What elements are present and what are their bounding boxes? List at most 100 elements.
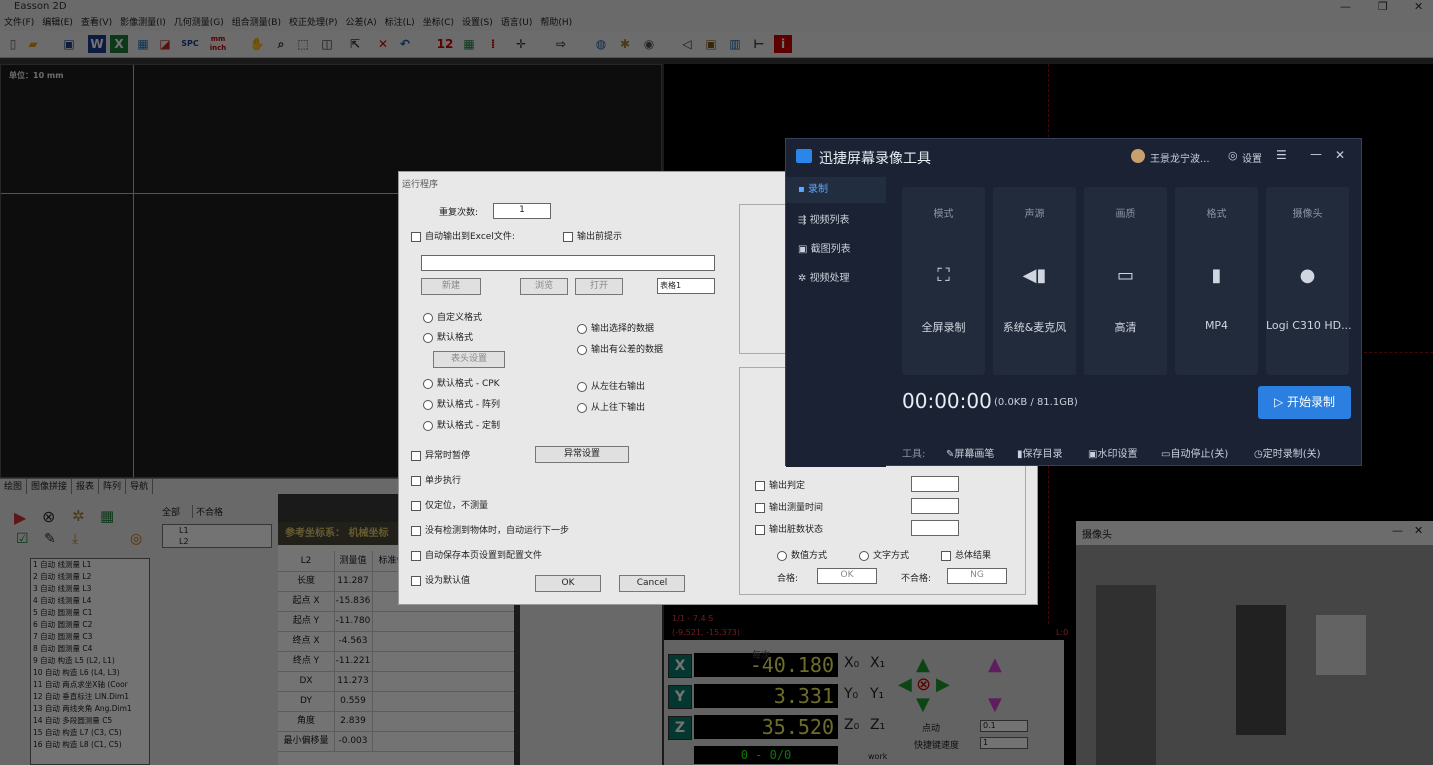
new-button[interactable]: 新建 bbox=[421, 278, 481, 295]
excel-icon[interactable]: X bbox=[110, 35, 128, 53]
user-name[interactable]: 王景龙宁波... bbox=[1150, 150, 1210, 165]
x-set-button[interactable]: X₁ bbox=[870, 655, 885, 671]
save-icon[interactable]: ▣ bbox=[60, 35, 78, 53]
z-down-icon[interactable]: ▼ bbox=[988, 694, 1002, 715]
list-item[interactable]: 9 自动 构造 L5 (L2, L1) bbox=[31, 655, 149, 667]
info-icon[interactable]: i bbox=[774, 35, 792, 53]
menu-help[interactable]: 帮助(H) bbox=[540, 16, 572, 31]
spc-icon[interactable]: SPC bbox=[178, 35, 202, 53]
undo-icon[interactable]: ↶ bbox=[396, 35, 414, 53]
text-mode-radio[interactable]: 文字方式 bbox=[859, 548, 909, 561]
unit-toggle-icon[interactable]: mm inch bbox=[207, 35, 229, 53]
cancel-button[interactable]: Cancel bbox=[619, 575, 685, 592]
list-item[interactable]: 12 自动 垂直标注 LIN.Dim1 bbox=[31, 691, 149, 703]
out-time-checkbox[interactable]: 输出测量时间 bbox=[755, 500, 823, 513]
x-zero-button[interactable]: X₀ bbox=[844, 655, 859, 671]
zoom-window-icon[interactable]: ⬚ bbox=[294, 35, 312, 53]
run-icon[interactable]: ▶ bbox=[14, 508, 26, 527]
tool-timed[interactable]: ◷定时录制(关) bbox=[1254, 445, 1321, 460]
arrow-up-icon[interactable]: ▲ bbox=[916, 654, 930, 675]
delete-icon[interactable]: ✕ bbox=[374, 35, 392, 53]
tool-watermark[interactable]: ▣水印设置 bbox=[1088, 445, 1137, 460]
filter-all[interactable]: 全部 bbox=[162, 505, 180, 518]
export-icon[interactable]: ⇨ bbox=[552, 35, 570, 53]
arrow-right-icon[interactable]: ▶ bbox=[936, 674, 950, 695]
tab-draw[interactable]: 绘图 bbox=[0, 479, 28, 495]
crosshair-icon[interactable]: ✛ bbox=[512, 35, 530, 53]
fmt-custom2-radio[interactable]: 默认格式 - 定制 bbox=[423, 418, 500, 431]
list-item[interactable]: 4 自动 线测量 L4 bbox=[31, 595, 149, 607]
close-button[interactable]: ✕ bbox=[1414, 0, 1423, 13]
jog-select[interactable]: 0.1 bbox=[980, 720, 1028, 732]
tools-icon[interactable]: ✲ bbox=[72, 507, 85, 525]
menu-label[interactable]: 标注(L) bbox=[385, 16, 415, 31]
nav-video-list[interactable]: ⇶ 视频列表 bbox=[798, 211, 850, 226]
database-icon[interactable]: ◉ bbox=[640, 35, 658, 53]
pdf-icon[interactable]: ◪ bbox=[156, 35, 174, 53]
step-icon[interactable]: ⊢ bbox=[750, 35, 768, 53]
target-icon[interactable]: ◎ bbox=[130, 531, 142, 547]
minimize-button[interactable]: — bbox=[1340, 0, 1351, 13]
list-item[interactable]: 2 自动 线测量 L2 bbox=[31, 571, 149, 583]
x-axis-button[interactable]: X bbox=[668, 654, 692, 678]
only-pos-checkbox[interactable]: 仅定位，不测量 bbox=[411, 498, 488, 511]
nav-record[interactable]: ▪ 录制 bbox=[786, 177, 886, 203]
stop-jog-icon[interactable]: ⊗ bbox=[916, 674, 931, 695]
value-mode-radio[interactable]: 数值方式 bbox=[777, 548, 827, 561]
y-zero-button[interactable]: Y₀ bbox=[844, 686, 858, 702]
list-item[interactable]: 13 自动 两线夹角 Ang.Dim1 bbox=[31, 703, 149, 715]
start-record-button[interactable]: ▷ 开始录制 bbox=[1258, 386, 1351, 419]
repeat-input[interactable]: 1 bbox=[493, 203, 551, 219]
menu-settings[interactable]: 设置(S) bbox=[462, 16, 493, 31]
list-item[interactable]: 3 自动 线测量 L3 bbox=[31, 583, 149, 595]
fmt-default-radio[interactable]: 默认格式 bbox=[423, 330, 473, 343]
list-item[interactable]: 5 自动 圆测量 C1 bbox=[31, 607, 149, 619]
card-icon[interactable]: ▭ bbox=[1084, 265, 1167, 286]
ok-button[interactable]: OK bbox=[535, 575, 601, 592]
card-icon[interactable]: ▮ bbox=[1175, 265, 1258, 286]
z-up-icon[interactable]: ▲ bbox=[988, 654, 1002, 675]
element-item[interactable]: L1 bbox=[179, 525, 271, 536]
card-icon[interactable]: ● bbox=[1266, 265, 1349, 286]
recorder-card[interactable]: 画质 ▭ 高清 bbox=[1084, 187, 1167, 375]
y-axis-button[interactable]: Y bbox=[668, 685, 692, 709]
list-item[interactable]: 11 自动 两点求坐X轴 (Coor bbox=[31, 679, 149, 691]
rec-minimize-icon[interactable]: — bbox=[1310, 147, 1322, 161]
fmt-cpk-radio[interactable]: 默认格式 - CPK bbox=[423, 376, 500, 389]
dot-grid-icon[interactable]: ⁞ bbox=[484, 35, 502, 53]
open-folder-icon[interactable]: ▰ bbox=[24, 35, 42, 53]
image-icon[interactable]: ▣ bbox=[702, 35, 720, 53]
menu-coord[interactable]: 坐标(C) bbox=[423, 16, 454, 31]
arrow-left-icon[interactable]: ◁ bbox=[678, 35, 696, 53]
menu-tolerance[interactable]: 公差(A) bbox=[345, 16, 376, 31]
recorder-card[interactable]: 模式 ⛶ 全屏录制 bbox=[902, 187, 985, 375]
recorder-card[interactable]: 声源 ◀▮ 系统&麦克风 bbox=[993, 187, 1076, 375]
sheet-select[interactable]: 表格1 bbox=[657, 278, 715, 294]
grid-icon[interactable]: ▦ bbox=[460, 35, 478, 53]
z-zero-button[interactable]: Z₀ bbox=[844, 717, 859, 733]
select-icon[interactable]: ⇱ bbox=[346, 35, 364, 53]
download-icon[interactable]: ⤓ bbox=[72, 531, 78, 547]
list-item[interactable]: 16 自动 构造 L8 (C1, C5) bbox=[31, 739, 149, 751]
card-icon[interactable]: ◀▮ bbox=[993, 265, 1076, 286]
list-item[interactable]: 6 自动 圆测量 C2 bbox=[31, 619, 149, 631]
menu-geometry[interactable]: 几何测量(G) bbox=[174, 16, 224, 31]
tab-array[interactable]: 阵列 bbox=[99, 479, 127, 495]
list-item[interactable]: 10 自动 构造 L6 (L4, L3) bbox=[31, 667, 149, 679]
z-set-button[interactable]: Z₁ bbox=[870, 717, 885, 733]
stop-icon[interactable]: ⊗ bbox=[42, 507, 55, 526]
out-time-input[interactable] bbox=[911, 498, 959, 514]
layout-icon[interactable]: ▦ bbox=[100, 507, 114, 525]
card-icon[interactable]: ⛶ bbox=[902, 265, 985, 286]
nav-shot-list[interactable]: ▣ 截图列表 bbox=[798, 240, 851, 255]
out-selected-radio[interactable]: 输出选择的数据 bbox=[577, 321, 654, 334]
recorder-settings[interactable]: 设置 bbox=[1242, 150, 1262, 165]
menu-edit[interactable]: 编辑(E) bbox=[42, 16, 73, 31]
tab-report[interactable]: 报表 bbox=[72, 479, 100, 495]
list-item[interactable]: 14 自动 多段圆测量 C5 bbox=[31, 715, 149, 727]
speed-select[interactable]: 1 bbox=[980, 737, 1028, 749]
maximize-button[interactable]: ❐ bbox=[1378, 0, 1388, 13]
nav-video-process[interactable]: ✲ 视频处理 bbox=[798, 269, 850, 284]
fmt-custom-radio[interactable]: 自定义格式 bbox=[423, 310, 482, 323]
pass-input[interactable]: OK bbox=[817, 568, 877, 584]
